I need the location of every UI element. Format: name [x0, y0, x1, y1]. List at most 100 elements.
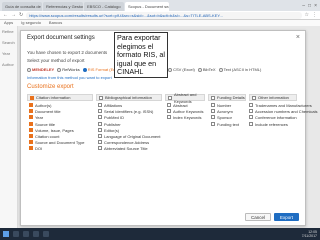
browser-tab[interactable]: EBSCO - Catálogo	[84, 2, 124, 11]
checkbox[interactable]	[99, 95, 103, 100]
checkbox[interactable]	[98, 109, 102, 114]
checkbox[interactable]	[29, 146, 33, 151]
checkbox[interactable]	[167, 115, 171, 120]
checkbox[interactable]	[211, 121, 215, 126]
checkbox[interactable]	[211, 109, 215, 114]
field-option[interactable]: Funding text	[211, 121, 240, 128]
checkbox[interactable]	[211, 115, 215, 120]
field-list-citation: Author(s) Document title Year Source tit…	[29, 103, 85, 153]
field-group-label: Other information	[258, 95, 289, 100]
checkbox[interactable]	[29, 115, 33, 120]
checkbox[interactable]	[252, 95, 256, 100]
field-option[interactable]: Include references	[249, 121, 317, 128]
checkbox[interactable]	[98, 115, 102, 120]
browser-tab-active[interactable]: Scopus - Document sea	[125, 2, 169, 11]
checkbox[interactable]	[98, 127, 102, 132]
background-sidebar-item: Search	[2, 40, 15, 45]
field-group-header[interactable]: Bibliographical information	[96, 94, 162, 101]
taskbar-clock: 12:05 7/11/2017	[302, 230, 317, 238]
customize-export-heading: Customize export	[27, 84, 74, 90]
radio-button[interactable]	[57, 67, 62, 72]
minimize-icon[interactable]: –	[302, 2, 305, 11]
clock-date: 7/11/2017	[301, 234, 317, 238]
checkbox[interactable]	[211, 103, 215, 107]
radio-button[interactable]	[27, 67, 31, 72]
field-option[interactable]: Index Keywords	[167, 115, 203, 121]
field-label: PubMed ID	[104, 115, 125, 121]
field-label: Abstract	[173, 103, 188, 108]
field-label: Affiliations	[104, 103, 123, 108]
checkbox[interactable]	[167, 103, 171, 107]
checkbox[interactable]	[249, 103, 253, 107]
field-group-header[interactable]: Other information	[249, 94, 297, 101]
field-label: Include references	[255, 121, 288, 127]
checkbox[interactable]	[249, 109, 253, 114]
radio-button-selected[interactable]	[82, 67, 87, 72]
cancel-button[interactable]: Cancel	[244, 213, 271, 221]
field-label: Year	[35, 115, 44, 121]
method-label: Text (ASCII in HTML)	[223, 67, 262, 72]
field-group-header[interactable]: Abstract and Keywords	[165, 92, 205, 104]
checkbox[interactable]	[98, 133, 102, 138]
taskbar-app-icon[interactable]	[43, 231, 49, 237]
checkbox[interactable]	[29, 140, 33, 145]
radio-button[interactable]	[197, 67, 202, 72]
checkbox[interactable]	[29, 133, 33, 138]
export-button[interactable]: Export	[273, 213, 299, 221]
method-option-csv[interactable]: CSV (Excel)	[168, 67, 195, 72]
method-info-link[interactable]: Information from this method you want to…	[27, 75, 112, 80]
method-option-bibtex[interactable]: BibTeX	[197, 67, 216, 72]
url-field[interactable]: https://www.scopus.com/results/results.u…	[26, 11, 302, 19]
field-label: Funding text	[217, 121, 240, 127]
checkbox[interactable]	[29, 109, 33, 114]
field-option[interactable]: Abbreviated Source Title	[98, 146, 160, 152]
checkbox[interactable]	[168, 95, 172, 100]
field-group-header[interactable]: Funding Details	[208, 94, 246, 101]
checkbox[interactable]	[98, 146, 102, 151]
reload-icon[interactable]: ↻	[19, 12, 23, 18]
radio-button[interactable]	[218, 67, 223, 72]
background-sidebar-item: Year	[2, 51, 11, 56]
background-sidebar-item: Author	[2, 62, 14, 67]
field-option[interactable]: DOI	[29, 146, 85, 152]
method-label: CSV (Excel)	[173, 67, 195, 72]
method-option-refworks[interactable]: RefWorks	[57, 67, 80, 72]
field-group-label: Bibliographical information	[105, 95, 152, 100]
method-option-text[interactable]: Text (ASCII in HTML)	[218, 67, 262, 72]
field-label: Editor(s)	[104, 127, 120, 133]
field-label: Volume, Issue, Pages	[35, 127, 74, 133]
browser-tab[interactable]: Referencias y Gestores	[43, 2, 83, 11]
checkbox[interactable]	[249, 115, 253, 120]
field-label: Author Keywords	[173, 109, 204, 115]
close-window-icon[interactable]: ×	[314, 2, 317, 11]
forward-icon[interactable]: →	[11, 12, 16, 18]
close-icon[interactable]: ×	[296, 34, 300, 41]
windows-start-icon[interactable]	[3, 231, 9, 237]
checkbox[interactable]	[249, 121, 253, 126]
checkbox[interactable]	[98, 121, 102, 126]
method-option-mendeley[interactable]: MENDELEY	[27, 67, 54, 72]
maximize-icon[interactable]: □	[308, 2, 311, 11]
browser-tab[interactable]: Guía de consulta de S	[2, 2, 42, 11]
field-group-label: Funding Details	[217, 95, 245, 100]
checkbox[interactable]	[98, 140, 102, 145]
checkbox[interactable]	[211, 95, 215, 100]
field-list-funding: Number Acronym Sponsor Funding text	[211, 103, 239, 128]
field-label: Citation count	[35, 133, 60, 139]
address-bar: ← → ↻ https://www.scopus.com/results/res…	[0, 11, 320, 20]
field-label: Language of Original Document	[104, 133, 161, 139]
checkbox[interactable]	[167, 109, 171, 114]
checkbox[interactable]	[29, 127, 33, 132]
taskbar-app-icon[interactable]	[23, 231, 29, 237]
menu-icon[interactable]: ⋮	[312, 12, 317, 18]
checkbox[interactable]	[29, 121, 33, 126]
back-icon[interactable]: ←	[3, 12, 8, 18]
taskbar-app-icon[interactable]	[13, 231, 19, 237]
taskbar-app-icon[interactable]	[33, 231, 39, 237]
radio-button[interactable]	[168, 67, 173, 72]
field-group-header[interactable]: Citation information	[27, 94, 93, 101]
checkbox[interactable]	[30, 95, 34, 100]
checkbox[interactable]	[98, 103, 102, 107]
checkbox[interactable]	[29, 103, 33, 107]
star-icon[interactable]: ☆	[305, 12, 309, 18]
